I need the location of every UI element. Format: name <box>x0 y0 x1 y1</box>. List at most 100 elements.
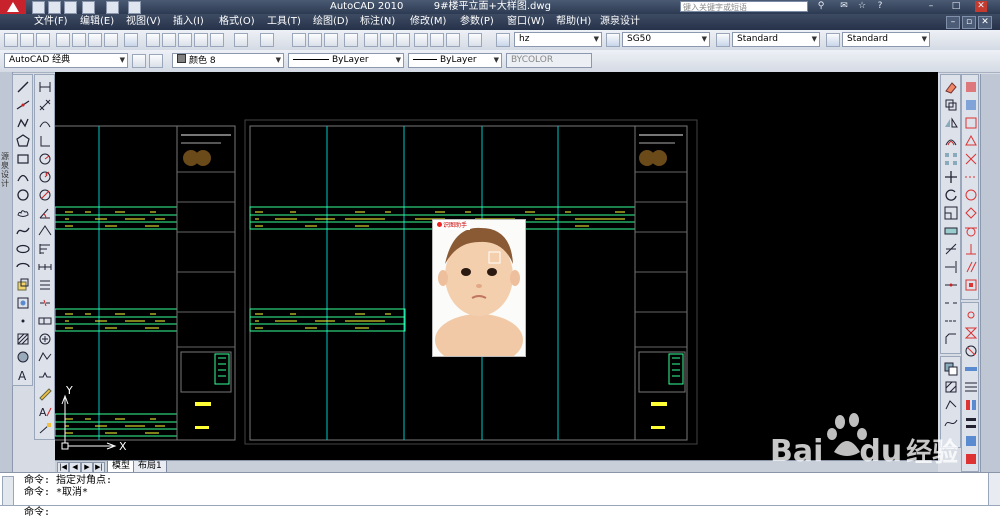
menu-dimension[interactable]: 标注(N) <box>360 14 395 30</box>
multiline-text-icon[interactable]: A <box>15 367 31 383</box>
window-close-icon[interactable]: ✕ <box>975 1 987 12</box>
zoom-realtime-icon[interactable] <box>308 33 322 47</box>
text-style-icon[interactable] <box>496 33 510 47</box>
save-icon[interactable] <box>64 1 77 14</box>
dim-edit-icon[interactable] <box>37 385 53 401</box>
temp-track-icon[interactable] <box>963 79 979 95</box>
favorites-star-icon[interactable]: ☆ <box>856 1 868 12</box>
rectangle-icon[interactable] <box>15 151 31 167</box>
table-style-dropdown[interactable]: Standard <box>732 32 820 47</box>
save-toolbar-icon[interactable] <box>36 33 50 47</box>
copy-icon[interactable] <box>162 33 176 47</box>
region-icon[interactable] <box>15 349 31 365</box>
help-icon[interactable]: ? <box>874 1 886 12</box>
print-preview-icon[interactable] <box>72 33 86 47</box>
snap-extension-icon[interactable] <box>963 169 979 185</box>
dim-text-edit-icon[interactable]: A <box>37 403 53 419</box>
redo-icon[interactable] <box>106 1 119 14</box>
open-file-icon[interactable] <box>48 1 61 14</box>
menu-yuanquan[interactable]: 源泉设计 <box>600 14 640 30</box>
dim-style-dropdown[interactable]: SG50 <box>622 32 710 47</box>
command-scrollbar[interactable] <box>988 473 1000 505</box>
snap-quadrant-icon[interactable] <box>963 205 979 221</box>
hatch-icon[interactable] <box>15 331 31 347</box>
snap-insert-icon[interactable] <box>963 277 979 293</box>
snap-intersection-icon[interactable] <box>963 151 979 167</box>
dim-continue-icon[interactable] <box>37 259 53 275</box>
snap-nearest-icon[interactable] <box>963 325 979 341</box>
dim-break-icon[interactable] <box>37 295 53 311</box>
window-minimize-icon[interactable]: – <box>925 1 937 12</box>
menu-parametric[interactable]: 参数(P) <box>460 14 494 30</box>
multileader-style-icon[interactable] <box>826 33 840 47</box>
text-style-dropdown[interactable]: hz <box>514 32 602 47</box>
design-center-icon[interactable] <box>380 33 394 47</box>
etransmit-icon[interactable] <box>124 33 138 47</box>
mirror-icon[interactable] <box>943 115 959 131</box>
doc-minimize-icon[interactable]: – <box>946 16 960 29</box>
markup-icon[interactable] <box>430 33 444 47</box>
binoculars-icon[interactable]: ⚲ <box>815 1 827 12</box>
revision-cloud-icon[interactable] <box>15 205 31 221</box>
menu-insert[interactable]: 插入(I) <box>173 14 204 30</box>
plot-icon[interactable] <box>128 1 141 14</box>
help-search-input[interactable]: 键入关键字或短语 <box>680 1 808 12</box>
snap-tangent-icon[interactable] <box>963 223 979 239</box>
cut-icon[interactable] <box>146 33 160 47</box>
trim-icon[interactable] <box>943 241 959 257</box>
rotate-icon[interactable] <box>943 187 959 203</box>
command-input-row[interactable]: 命令: <box>0 505 1000 521</box>
pan-icon[interactable] <box>292 33 306 47</box>
dim-update-icon[interactable] <box>37 421 53 437</box>
scale-icon[interactable] <box>943 205 959 221</box>
copy-object-icon[interactable] <box>943 97 959 113</box>
qnew-icon[interactable] <box>4 33 18 47</box>
right-edge-strip[interactable] <box>980 74 1000 474</box>
doc-restore-icon[interactable]: ▫ <box>962 16 976 29</box>
arc-icon[interactable] <box>15 169 31 185</box>
snap-none-icon[interactable] <box>963 343 979 359</box>
tolerance-icon[interactable] <box>37 313 53 329</box>
menu-file[interactable]: 文件(F) <box>34 14 68 30</box>
new-file-icon[interactable] <box>32 1 45 14</box>
dim-ordinate-icon[interactable] <box>37 133 53 149</box>
window-maximize-icon[interactable]: □ <box>950 1 962 12</box>
open-icon[interactable] <box>20 33 34 47</box>
command-window-grip[interactable] <box>2 476 14 506</box>
polygon-icon[interactable] <box>15 133 31 149</box>
color-dropdown[interactable]: 颜色 8 <box>172 53 284 68</box>
menu-tools[interactable]: 工具(T) <box>267 14 301 30</box>
undo-icon[interactable] <box>82 1 95 14</box>
zoom-previous-icon[interactable] <box>344 33 358 47</box>
workspace-save-icon[interactable] <box>149 54 163 68</box>
ellipse-icon[interactable] <box>15 241 31 257</box>
chamfer-icon[interactable] <box>943 331 959 347</box>
break-at-point-icon[interactable] <box>943 277 959 293</box>
ellipse-arc-icon[interactable] <box>15 259 31 275</box>
draworder-icon[interactable] <box>943 361 959 377</box>
undo-toolbar-icon[interactable] <box>234 33 248 47</box>
tool-palettes-icon[interactable] <box>396 33 410 47</box>
align-icon[interactable] <box>963 379 979 395</box>
menu-edit[interactable]: 编辑(E) <box>80 14 114 30</box>
baby-photo-overlay[interactable]: 识图助手 <box>432 219 526 366</box>
publish-icon[interactable] <box>88 33 102 47</box>
snap-parallel-icon[interactable] <box>963 259 979 275</box>
stretch-icon[interactable] <box>943 223 959 239</box>
offset-icon[interactable] <box>943 133 959 149</box>
autocad-logo-icon[interactable] <box>0 0 26 14</box>
quickcalc-icon[interactable] <box>446 33 460 47</box>
sheet-set-icon[interactable] <box>414 33 428 47</box>
snap-perpendicular-icon[interactable] <box>963 241 979 257</box>
snap-from-icon[interactable] <box>963 97 979 113</box>
dim-aligned-icon[interactable] <box>37 97 53 113</box>
line-icon[interactable] <box>15 79 31 95</box>
menu-view[interactable]: 视图(V) <box>126 14 161 30</box>
dim-style-icon[interactable] <box>606 33 620 47</box>
print-icon[interactable] <box>56 33 70 47</box>
lineweight-dropdown[interactable]: ByLayer <box>408 53 502 68</box>
insert-block-icon[interactable] <box>15 277 31 293</box>
communication-center-icon[interactable]: ✉ <box>838 1 850 12</box>
join-icon[interactable] <box>943 313 959 329</box>
circle-icon[interactable] <box>15 187 31 203</box>
